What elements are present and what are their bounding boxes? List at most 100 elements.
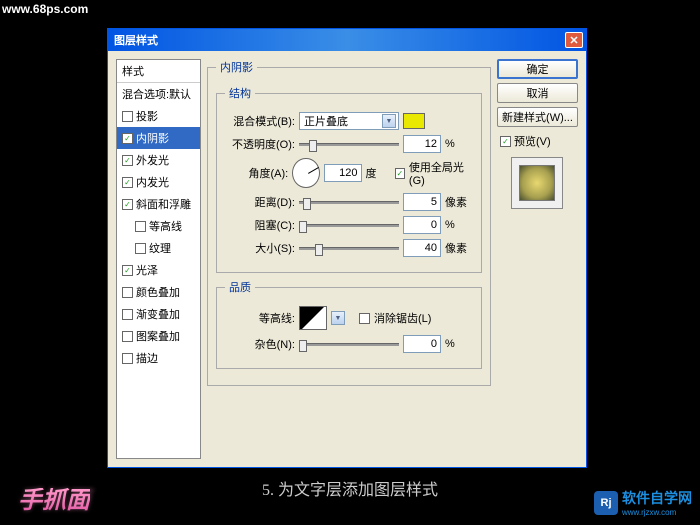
structure-fieldset: 结构 混合模式(B): 正片叠底 ▼ 不透明度(O): % xyxy=(216,85,482,273)
style-item[interactable]: 等高线 xyxy=(117,215,200,237)
style-checkbox[interactable] xyxy=(122,265,133,276)
style-checkbox[interactable] xyxy=(122,111,133,122)
percent-unit3: % xyxy=(445,338,473,350)
watermark-url: www.68ps.com xyxy=(2,2,88,16)
preview-checkbox[interactable] xyxy=(500,136,511,147)
brand-text: 手抓面 xyxy=(18,488,90,514)
style-label: 等高线 xyxy=(149,218,182,234)
panel-title: 内阴影 xyxy=(216,59,257,75)
style-item[interactable]: 投影 xyxy=(117,105,200,127)
style-checkbox[interactable] xyxy=(122,287,133,298)
contour-picker[interactable] xyxy=(299,306,327,330)
style-label: 颜色叠加 xyxy=(136,284,180,300)
cancel-button[interactable]: 取消 xyxy=(497,83,578,103)
quality-title: 品质 xyxy=(225,279,255,295)
noise-label: 杂色(N): xyxy=(225,336,295,352)
preview-label: 预览(V) xyxy=(514,133,551,149)
inner-shadow-fieldset: 内阴影 结构 混合模式(B): 正片叠底 ▼ 不透明度(O): xyxy=(207,59,491,386)
global-light-checkbox[interactable] xyxy=(395,168,405,179)
style-label: 投影 xyxy=(136,108,158,124)
style-checkbox[interactable] xyxy=(122,155,133,166)
titlebar: 图层样式 ✕ xyxy=(108,29,586,51)
choke-label: 阻塞(C): xyxy=(225,217,295,233)
new-style-button[interactable]: 新建样式(W)... xyxy=(497,107,578,127)
style-checkbox[interactable] xyxy=(122,199,133,210)
distance-slider[interactable] xyxy=(299,201,399,204)
styles-header: 样式 xyxy=(117,60,200,83)
style-label: 内发光 xyxy=(136,174,169,190)
layer-style-dialog: 图层样式 ✕ 样式 混合选项:默认 投影内阴影外发光内发光斜面和浮雕等高线纹理光… xyxy=(107,28,587,468)
rj-icon: Rj xyxy=(594,491,618,515)
style-checkbox[interactable] xyxy=(135,221,146,232)
style-item[interactable]: 描边 xyxy=(117,347,200,369)
antialias-label: 消除锯齿(L) xyxy=(374,310,431,326)
opacity-label: 不透明度(O): xyxy=(225,136,295,152)
noise-slider[interactable] xyxy=(299,343,399,346)
size-label: 大小(S): xyxy=(225,240,295,256)
chevron-down-icon[interactable]: ▼ xyxy=(331,311,345,325)
opacity-input[interactable] xyxy=(403,135,441,153)
ok-button[interactable]: 确定 xyxy=(497,59,578,79)
style-checkbox[interactable] xyxy=(122,133,133,144)
style-item[interactable]: 图案叠加 xyxy=(117,325,200,347)
style-item[interactable]: 内发光 xyxy=(117,171,200,193)
preview-swatch xyxy=(519,165,555,201)
style-checkbox[interactable] xyxy=(122,353,133,364)
style-item[interactable]: 渐变叠加 xyxy=(117,303,200,325)
percent-unit: % xyxy=(445,138,473,150)
percent-unit2: % xyxy=(445,219,473,231)
style-checkbox[interactable] xyxy=(122,177,133,188)
style-checkbox[interactable] xyxy=(135,243,146,254)
global-light-label: 使用全局光(G) xyxy=(409,159,473,187)
style-item[interactable]: 颜色叠加 xyxy=(117,281,200,303)
size-input[interactable] xyxy=(403,239,441,257)
style-item[interactable]: 光泽 xyxy=(117,259,200,281)
noise-input[interactable] xyxy=(403,335,441,353)
style-item[interactable]: 纹理 xyxy=(117,237,200,259)
dialog-title: 图层样式 xyxy=(114,32,158,48)
antialias-checkbox[interactable] xyxy=(359,313,370,324)
blend-options-item[interactable]: 混合选项:默认 xyxy=(117,83,200,105)
blend-mode-label: 混合模式(B): xyxy=(225,113,295,129)
chevron-down-icon: ▼ xyxy=(382,114,396,128)
angle-label: 角度(A): xyxy=(225,165,288,181)
style-item[interactable]: 斜面和浮雕 xyxy=(117,193,200,215)
style-checkbox[interactable] xyxy=(122,331,133,342)
style-label: 光泽 xyxy=(136,262,158,278)
style-label: 内阴影 xyxy=(136,130,169,146)
logo-left: 手抓面 xyxy=(18,480,90,515)
shadow-color-swatch[interactable] xyxy=(403,113,425,129)
style-label: 纹理 xyxy=(149,240,171,256)
distance-label: 距离(D): xyxy=(225,194,295,210)
close-icon[interactable]: ✕ xyxy=(565,32,583,48)
choke-slider[interactable] xyxy=(299,224,399,227)
style-label: 描边 xyxy=(136,350,158,366)
opacity-slider[interactable] xyxy=(299,143,399,146)
blend-mode-value: 正片叠底 xyxy=(304,113,348,129)
style-label: 渐变叠加 xyxy=(136,306,180,322)
style-label: 图案叠加 xyxy=(136,328,180,344)
center-panel: 内阴影 结构 混合模式(B): 正片叠底 ▼ 不透明度(O): xyxy=(207,59,491,459)
right-panel: 确定 取消 新建样式(W)... 预览(V) xyxy=(497,59,578,459)
quality-fieldset: 品质 等高线: ▼ 消除锯齿(L) 杂色(N): % xyxy=(216,279,482,369)
style-label: 斜面和浮雕 xyxy=(136,196,191,212)
blend-mode-select[interactable]: 正片叠底 ▼ xyxy=(299,112,399,130)
rj-site-name: 软件自学网 xyxy=(622,488,692,508)
size-slider[interactable] xyxy=(299,247,399,250)
structure-title: 结构 xyxy=(225,85,255,101)
angle-dial[interactable] xyxy=(292,158,319,188)
style-checkbox[interactable] xyxy=(122,309,133,320)
angle-input[interactable] xyxy=(324,164,362,182)
px-unit2: 像素 xyxy=(445,240,473,256)
choke-input[interactable] xyxy=(403,216,441,234)
style-item[interactable]: 内阴影 xyxy=(117,127,200,149)
distance-input[interactable] xyxy=(403,193,441,211)
styles-panel: 样式 混合选项:默认 投影内阴影外发光内发光斜面和浮雕等高线纹理光泽颜色叠加渐变… xyxy=(116,59,201,459)
rj-site-url: www.rjzxw.com xyxy=(622,508,692,517)
px-unit: 像素 xyxy=(445,194,473,210)
contour-label: 等高线: xyxy=(225,310,295,326)
style-item[interactable]: 外发光 xyxy=(117,149,200,171)
style-label: 外发光 xyxy=(136,152,169,168)
preview-thumbnail xyxy=(511,157,563,209)
degree-unit: 度 xyxy=(366,165,391,181)
